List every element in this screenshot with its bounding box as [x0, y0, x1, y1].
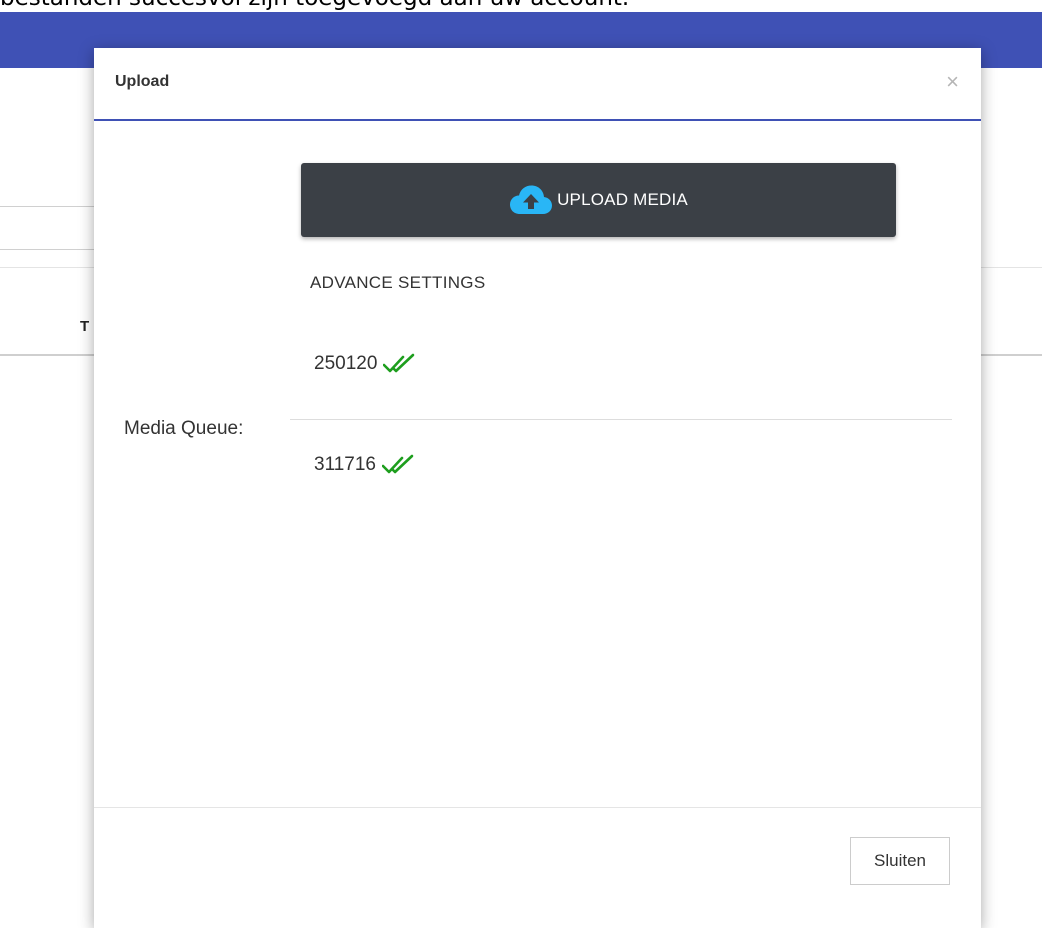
queue-item: 311716: [314, 454, 414, 476]
cloud-upload-icon: [510, 185, 553, 214]
upload-modal: Upload × UPLOAD MEDIA ADVANCE SETTINGS M…: [94, 48, 981, 928]
background-divider: [0, 249, 94, 250]
media-queue-label: Media Queue:: [124, 418, 244, 439]
queue-divider: [290, 419, 952, 420]
background-divider: [0, 206, 94, 207]
close-button[interactable]: Sluiten: [850, 837, 950, 885]
close-icon[interactable]: ×: [946, 70, 959, 94]
double-check-icon: [382, 454, 414, 474]
queue-item-id: 250120: [314, 353, 378, 374]
modal-title: Upload: [115, 73, 170, 90]
queue-item-id: 311716: [314, 454, 376, 475]
background-column-header: T: [80, 318, 90, 335]
queue-item: 250120: [314, 353, 415, 375]
double-check-icon: [383, 353, 415, 373]
upload-media-button[interactable]: UPLOAD MEDIA: [301, 163, 896, 237]
modal-header: Upload ×: [94, 48, 981, 121]
upload-media-label: UPLOAD MEDIA: [557, 190, 688, 209]
advance-settings-link[interactable]: ADVANCE SETTINGS: [310, 273, 485, 293]
page-caption: bestanden succesvol zijn toegevoegd aan …: [0, 0, 629, 12]
modal-footer-divider: [94, 807, 981, 808]
